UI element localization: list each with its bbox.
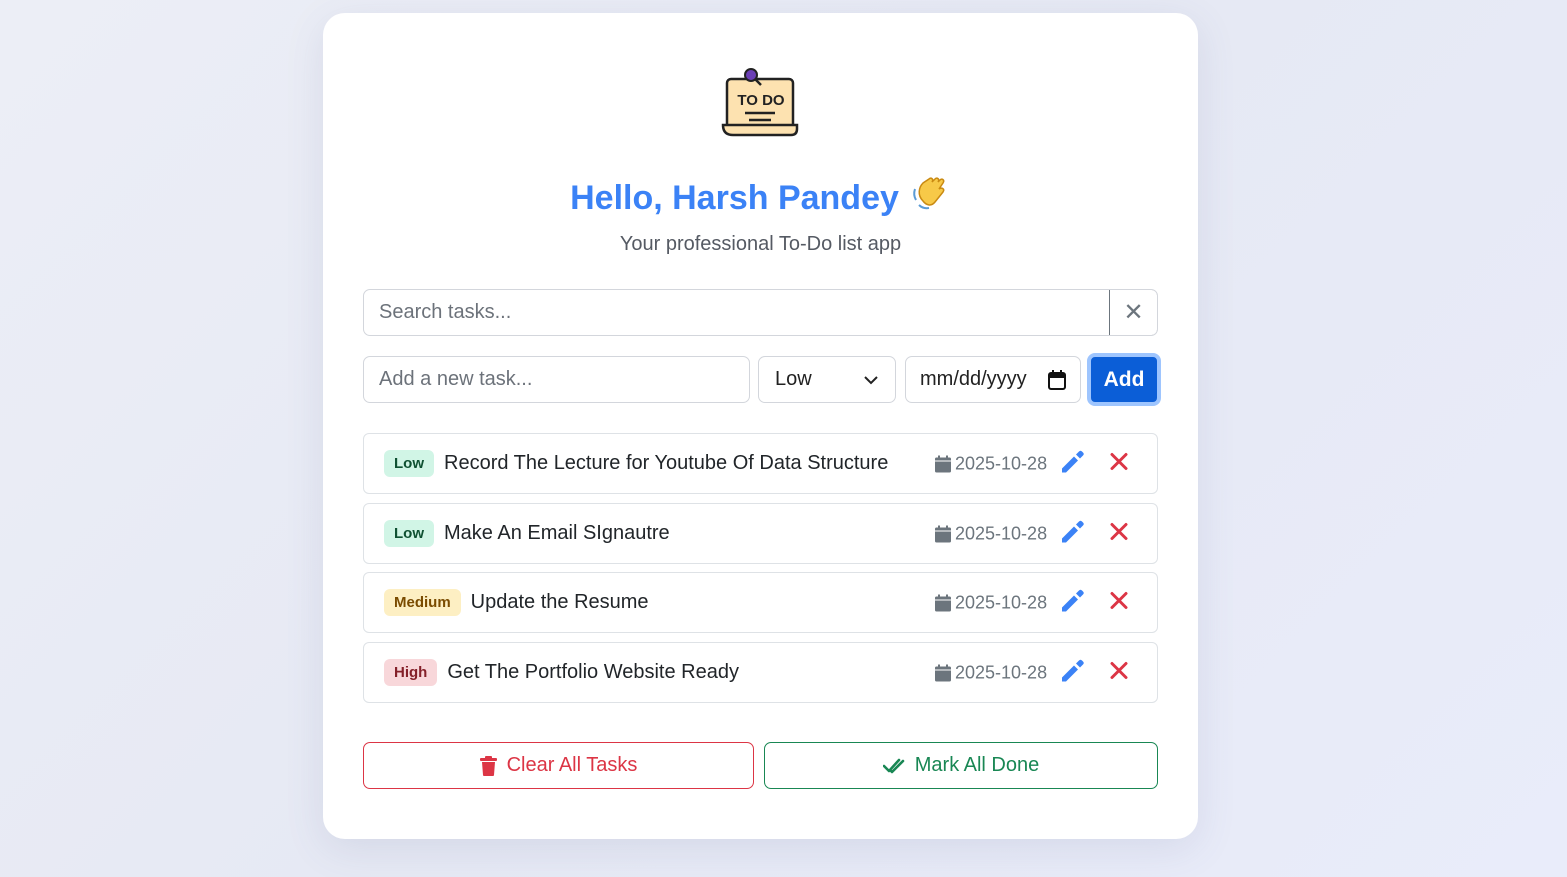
logo-text: TO DO [737,92,785,109]
delete-task-button[interactable] [1110,522,1128,545]
double-check-icon [882,758,905,773]
close-icon [1110,591,1128,609]
task-item: Medium Update the Resume 2025-10-28 [363,572,1158,633]
edit-task-button[interactable] [1058,587,1084,618]
mark-all-label: Mark All Done [914,754,1040,776]
task-item: High Get The Portfolio Website Ready 202… [363,642,1158,703]
task-title: Make An Email SIgnautre [444,522,670,544]
task-title: Get The Portfolio Website Ready [447,661,739,683]
edit-task-button[interactable] [1058,518,1084,549]
date-placeholder: mm/dd/yyyy [920,368,1027,390]
greeting-text: Hello, Harsh Pandey [570,179,899,217]
task-title: Update the Resume [470,591,649,613]
task-date-text: 2025-10-28 [955,523,1048,543]
calendar-icon [935,664,951,681]
priority-badge: Medium [384,589,461,616]
task-date: 2025-10-28 [935,453,1047,474]
clear-search-button[interactable]: ✕ [1109,290,1157,335]
mark-all-done-button[interactable]: Mark All Done [764,742,1158,789]
priority-selected-value: Low [775,368,812,390]
chevron-down-icon [864,375,878,384]
calendar-icon[interactable] [1048,369,1066,390]
new-task-input[interactable] [363,356,750,403]
pencil-icon [1062,450,1084,472]
add-task-button[interactable]: Add [1087,353,1161,406]
task-date-text: 2025-10-28 [955,592,1048,612]
pencil-icon [1062,659,1084,681]
calendar-icon [935,525,951,542]
delete-task-button[interactable] [1110,452,1128,475]
todo-card: TO DO Hello, Harsh Pandey Your professio… [323,13,1198,839]
calendar-icon [935,455,951,472]
task-item: Low Record The Lecture for Youtube Of Da… [363,433,1158,494]
task-date-text: 2025-10-28 [955,453,1048,473]
close-icon [1110,522,1128,540]
task-date: 2025-10-28 [935,662,1047,683]
close-icon [1110,452,1128,470]
task-date-text: 2025-10-28 [955,662,1048,682]
priority-badge: High [384,659,438,686]
edit-task-button[interactable] [1058,448,1084,479]
trash-icon [479,755,497,776]
pencil-icon [1062,520,1084,542]
priority-badge: Low [384,450,434,477]
close-icon [1110,661,1128,679]
greeting-heading: Hello, Harsh Pandey [323,163,1198,235]
close-icon: ✕ [1123,299,1144,326]
due-date-input[interactable]: mm/dd/yyyy [905,356,1081,403]
clear-all-tasks-button[interactable]: Clear All Tasks [363,742,754,789]
subtitle: Your professional To-Do list app [619,233,902,255]
priority-select[interactable]: Low [758,356,896,403]
pencil-icon [1062,589,1084,611]
task-title: Record The Lecture for Youtube Of Data S… [444,452,889,474]
priority-badge: Low [384,520,434,547]
wave-icon [911,165,951,235]
clear-all-label: Clear All Tasks [506,754,638,776]
search-bar: ✕ [363,289,1158,336]
calendar-icon [935,594,951,611]
edit-task-button[interactable] [1058,657,1084,688]
delete-task-button[interactable] [1110,591,1128,614]
todo-logo-icon: TO DO [721,68,799,137]
task-date: 2025-10-28 [935,523,1047,544]
search-input[interactable] [364,290,1109,335]
delete-task-button[interactable] [1110,661,1128,684]
task-date: 2025-10-28 [935,592,1047,613]
task-item: Low Make An Email SIgnautre 2025-10-28 [363,503,1158,564]
